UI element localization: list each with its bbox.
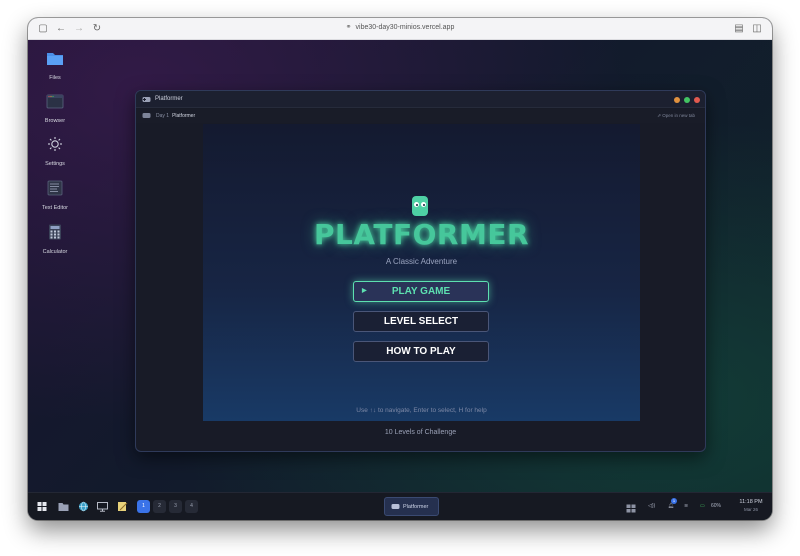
layout-icon[interactable]	[626, 502, 636, 515]
volume-icon[interactable]: ◁))	[648, 503, 655, 509]
url-text: vibe30-day30-minios.vercel.app	[355, 24, 455, 31]
level-select-button[interactable]: LEVEL SELECT	[353, 311, 489, 332]
gamepad-icon	[142, 113, 151, 118]
notification-badge: 1	[671, 498, 677, 504]
browser-icon	[46, 94, 64, 109]
workspace-1[interactable]: 1	[137, 500, 150, 513]
workspace-4[interactable]: 4	[185, 500, 198, 513]
desktop-icon-label: Files	[49, 75, 61, 81]
desktop-icon-browser[interactable]: Browser	[30, 93, 80, 124]
text-editor-icon	[47, 180, 63, 196]
controls-hint: Use ↑↓ to navigate, Enter to select, H f…	[356, 407, 487, 414]
folder-icon	[47, 53, 63, 65]
window-breadcrumb-bar: Day 1 Platformer ⇗ Open in new tab	[136, 109, 705, 123]
reader-icon[interactable]: ▤	[732, 22, 746, 36]
gamepad-icon	[142, 97, 151, 102]
app-window: Platformer Day 1 Platformer ⇗ Open in new…	[135, 90, 706, 452]
battery-icon: ▭	[700, 503, 705, 509]
clock[interactable]: 11:18 PM Mar 26	[734, 499, 768, 512]
robot-character-icon	[412, 196, 428, 216]
game-title: PLATFORMER	[314, 218, 529, 251]
breadcrumb: Day 1 Platformer	[156, 113, 195, 119]
desktop-icon-label: Settings	[45, 161, 65, 167]
browser-toolbar: ▢ ← → ↻ ⚭ vibe30-day30-minios.vercel.app …	[28, 18, 772, 40]
workspace-2[interactable]: 2	[153, 500, 166, 513]
maximize-button[interactable]	[684, 97, 690, 103]
notes-icon[interactable]	[117, 500, 128, 513]
breadcrumb-day: Day 1	[156, 113, 170, 119]
play-game-label: PLAY GAME	[391, 286, 451, 297]
breadcrumb-app: Platformer	[172, 113, 196, 119]
wifi-icon[interactable]: ≋	[684, 503, 688, 509]
desktop: Files Browser Settings Text Editor Calcu…	[28, 40, 772, 520]
taskbar: 1 2 3 4 Platformer ◁)) 🔔︎ 1 ≋ ▭ 60% 11:1…	[28, 492, 772, 520]
window-title: Platformer	[155, 96, 183, 102]
close-button[interactable]	[694, 97, 700, 103]
gear-icon	[48, 137, 62, 151]
desktop-icon-label: Browser	[44, 118, 66, 124]
level-select-label: LEVEL SELECT	[383, 316, 459, 327]
address-bar[interactable]: ⚭ vibe30-day30-minios.vercel.app	[28, 23, 772, 31]
how-to-play-label: HOW TO PLAY	[386, 346, 456, 357]
desktop-icon-settings[interactable]: Settings	[30, 136, 80, 167]
link-icon: ⚭	[345, 24, 352, 31]
desktop-icon-text-editor[interactable]: Text Editor	[30, 180, 80, 211]
taskbar-app-platformer[interactable]: Platformer	[384, 497, 439, 516]
globe-icon[interactable]	[78, 500, 89, 513]
selection-arrow-icon: ▶	[362, 288, 367, 294]
start-menu-icon[interactable]	[37, 500, 47, 513]
clock-time: 11:18 PM	[739, 499, 763, 505]
game-subtitle: A Classic Adventure	[385, 257, 458, 266]
folder-icon[interactable]	[58, 500, 69, 513]
calculator-icon	[49, 224, 61, 240]
window-titlebar[interactable]: Platformer	[136, 91, 705, 108]
minimize-button[interactable]	[674, 97, 680, 103]
clock-date: Mar 26	[743, 507, 758, 512]
window-footer: 10 Levels of Challenge	[384, 429, 457, 436]
robot-eye	[421, 202, 426, 207]
gamepad-icon	[391, 504, 400, 509]
open-in-new-tab-label: Open in new tab	[662, 113, 695, 118]
monitor-icon[interactable]	[97, 500, 108, 513]
workspace-3[interactable]: 3	[169, 500, 182, 513]
browser-window: ▢ ← → ↻ ⚭ vibe30-day30-minios.vercel.app …	[28, 18, 772, 520]
desktop-icon-files[interactable]: Files	[30, 50, 80, 81]
battery-level: 60%	[711, 503, 722, 509]
robot-eye	[414, 202, 419, 207]
split-view-icon[interactable]: ◫	[750, 22, 764, 36]
desktop-icon-label: Text Editor	[42, 205, 68, 211]
game-canvas[interactable]: PLATFORMER A Classic Adventure ▶ PLAY GAM…	[203, 124, 640, 421]
how-to-play-button[interactable]: HOW TO PLAY	[353, 341, 489, 362]
desktop-icon-calculator[interactable]: Calculator	[30, 224, 80, 255]
taskbar-app-label: Platformer	[403, 504, 429, 510]
open-in-new-tab-link[interactable]: ⇗ Open in new tab	[657, 113, 695, 119]
desktop-icon-label: Calculator	[42, 249, 68, 255]
play-game-button[interactable]: ▶ PLAY GAME	[353, 281, 489, 302]
